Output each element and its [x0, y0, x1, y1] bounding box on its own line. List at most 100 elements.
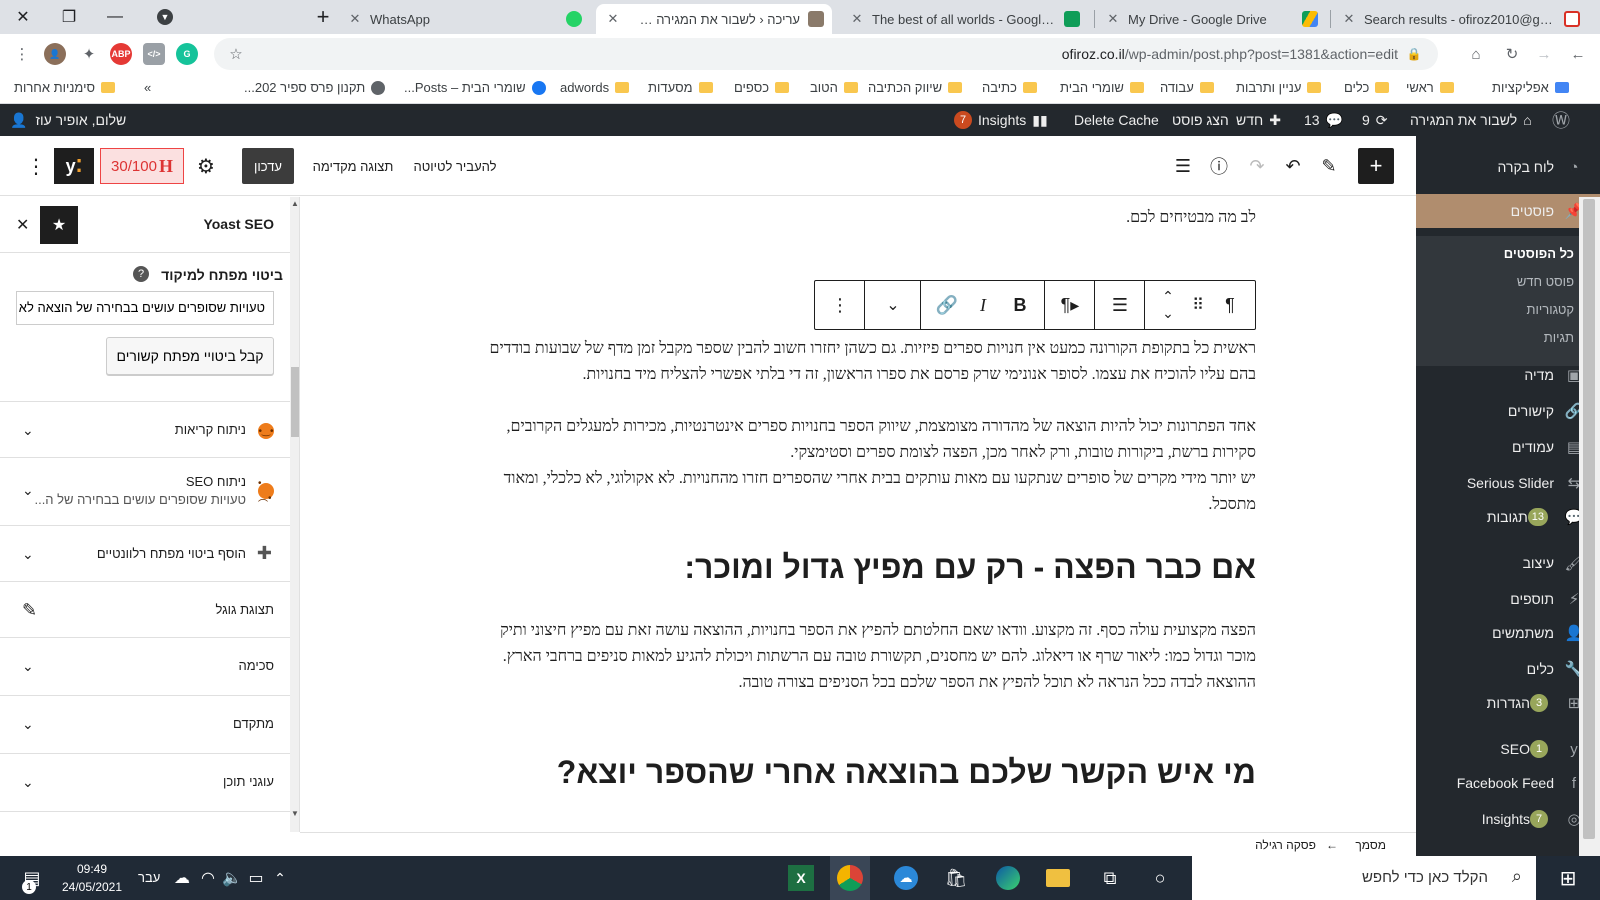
admin-bar-account[interactable]: שלום, אופיר עוז 👤: [10, 104, 126, 136]
minimize-window-icon[interactable]: —: [92, 0, 138, 34]
chrome-taskbar-icon[interactable]: [830, 856, 870, 900]
tab-close-icon[interactable]: ✕: [1104, 11, 1122, 27]
help-icon[interactable]: ?: [133, 266, 149, 282]
tab-search-icon[interactable]: ▼: [142, 0, 188, 34]
admin-bar-site[interactable]: ⌂ לשבור את המגירה: [1410, 104, 1532, 136]
tab-whatsapp[interactable]: ✕ WhatsApp: [338, 4, 590, 34]
update-button[interactable]: עדכון: [242, 148, 294, 184]
lock-icon[interactable]: 🔒: [1402, 42, 1426, 66]
undo-icon[interactable]: ↶: [1280, 148, 1306, 184]
show-hidden-icons-chevron-icon[interactable]: ⌃: [264, 862, 296, 894]
tab-wp-edit[interactable]: ✕ עריכה ‹ לשבור את המגירה — ווו: [596, 4, 832, 34]
paragraph-block[interactable]: ראשית כל בתקופת הקורונה כמעט אין חנויות …: [476, 336, 1256, 388]
menu-plugins[interactable]: תוספים ⚡: [1416, 582, 1600, 616]
menu-settings[interactable]: הגדרות 3 ⊞: [1416, 686, 1600, 720]
bookmark-folder[interactable]: הטוב: [810, 80, 858, 95]
profile-avatar[interactable]: 👤: [44, 43, 66, 65]
more-chevron-down-icon[interactable]: ⌄: [865, 281, 921, 329]
submenu-all-posts[interactable]: כל הפוסטים: [1504, 246, 1574, 261]
address-bar[interactable]: ☆ ofiroz.co.il/wp-admin/post.php?post=13…: [214, 38, 1438, 70]
store-icon[interactable]: 🛍: [940, 862, 972, 894]
menu-tools[interactable]: כלים 🔧: [1416, 652, 1600, 686]
edge-icon[interactable]: [992, 862, 1024, 894]
tab-google-sheets[interactable]: ✕ The best of all worlds - Google Sh: [840, 4, 1088, 34]
italic-icon[interactable]: I: [965, 281, 1001, 329]
close-icon[interactable]: ✕: [16, 215, 29, 235]
admin-bar-view-post[interactable]: הצג פוסט: [1172, 104, 1229, 136]
tab-close-icon[interactable]: ✕: [848, 11, 866, 27]
options-dots-icon[interactable]: ⋮: [26, 148, 46, 184]
bookmark-folder[interactable]: כספים: [734, 80, 790, 95]
bookmark-folder[interactable]: עבודה: [1160, 80, 1214, 95]
language-indicator[interactable]: עבר: [138, 870, 160, 885]
bookmark-globe[interactable]: תקנון פרס ספיר 202...: [244, 80, 386, 95]
bookmarks-overflow-button[interactable]: »: [144, 80, 151, 95]
wordpress-logo-icon[interactable]: Ⓦ: [1552, 104, 1570, 136]
admin-bar-new[interactable]: ✚ חדש: [1236, 104, 1281, 136]
cortana-icon[interactable]: ○: [1144, 862, 1176, 894]
menu-pages[interactable]: עמודים ▤: [1416, 430, 1600, 464]
tab-google-drive[interactable]: ✕ My Drive - Google Drive: [1096, 4, 1326, 34]
reload-icon[interactable]: ↻: [1500, 42, 1524, 66]
admin-bar-insights[interactable]: 7 Insights ▮▮: [954, 104, 1048, 136]
tab-close-icon[interactable]: ✕: [604, 11, 622, 27]
more-options-dots-icon[interactable]: ⋮: [815, 281, 865, 329]
paragraph-block[interactable]: יש יותר מידי מקרים של סופרים שנתקעו עם מ…: [476, 466, 1256, 518]
menu-posts[interactable]: פוסטים 📌: [1416, 194, 1600, 228]
admin-bar-comments[interactable]: 💬 13: [1304, 104, 1343, 136]
bookmark-folder[interactable]: כתיבה: [982, 80, 1037, 95]
move-up-down-icon[interactable]: ⌃ ⌄: [1153, 281, 1183, 329]
bookmark-folder[interactable]: adwords: [560, 80, 630, 95]
editor-canvas[interactable]: לב מה מבטיחים לכם. ¶ ⠿ ⌃ ⌄ ☰ ¶▸ B I 🔗 ⌄ ⋮…: [308, 197, 1416, 832]
tab-gmail-search[interactable]: ✕ Search results - ofiroz2010@gma: [1332, 4, 1588, 34]
add-keyphrase-panel[interactable]: ⌄ הוסף ביטוי מפתח רלוונטיים ✚: [0, 526, 290, 582]
excel-icon[interactable]: X: [788, 865, 814, 891]
bookmark-facebook[interactable]: שומרי הבית – Posts...: [404, 80, 546, 95]
menu-dashboard[interactable]: לוח בקרה ◔: [1416, 150, 1600, 184]
menu-appearance[interactable]: עיצוב 🖌: [1416, 546, 1600, 580]
bookmark-star-icon[interactable]: ☆: [224, 42, 248, 66]
extensions-puzzle-icon[interactable]: ✦: [77, 42, 101, 66]
cloud-app-icon[interactable]: ☁: [890, 862, 922, 894]
menu-users[interactable]: משתמשים 👤: [1416, 616, 1600, 650]
focus-keyphrase-input[interactable]: טעויות שסופרים עושים בבחירה של הוצאה לא: [16, 291, 274, 325]
submenu-new-post[interactable]: פוסט חדש: [1517, 274, 1574, 289]
restore-window-icon[interactable]: ❐: [46, 0, 92, 34]
add-block-button[interactable]: +: [1358, 148, 1394, 184]
preview-button[interactable]: תצוגה מקדימה: [310, 148, 396, 184]
text-direction-icon[interactable]: ¶▸: [1045, 281, 1095, 329]
redo-icon[interactable]: ↷: [1244, 148, 1270, 184]
paragraph-block[interactable]: הפצה מקצועית עולה כסף. זה מקצוע. וודאו ש…: [476, 618, 1256, 696]
bookmark-folder[interactable]: עניין ותרבות: [1236, 80, 1322, 95]
bookmark-folder[interactable]: כלים: [1344, 80, 1390, 95]
code-extension-icon[interactable]: </>: [143, 43, 165, 65]
other-bookmarks[interactable]: סימניות אחרות: [14, 80, 116, 95]
page-scrollbar[interactable]: [1579, 197, 1600, 856]
tab-close-icon[interactable]: ✕: [1340, 11, 1358, 27]
link-icon[interactable]: 🔗: [929, 281, 965, 329]
seo-analysis-panel[interactable]: ⌄ ניתוח SEO טעויות שסופרים עושים בבחירה …: [0, 458, 290, 526]
menu-seo[interactable]: SEO 1 y: [1416, 732, 1600, 766]
menu-comments[interactable]: תגובות 13 💬: [1416, 500, 1600, 534]
tab-close-icon[interactable]: ✕: [346, 11, 364, 27]
menu-media[interactable]: מדיה ▣: [1416, 358, 1600, 392]
home-icon[interactable]: ⌂: [1464, 42, 1488, 66]
bookmark-apps[interactable]: אפליקציות: [1492, 80, 1569, 95]
adblock-plus-icon[interactable]: ABP: [110, 43, 132, 65]
yoast-logo-button[interactable]: y ⁚: [54, 148, 94, 184]
menu-dots-icon[interactable]: ⋮: [10, 42, 34, 66]
edit-pencil-icon[interactable]: ✎: [1316, 148, 1342, 184]
menu-serious-slider[interactable]: Serious Slider ⇆: [1416, 466, 1600, 500]
star-icon[interactable]: ★: [40, 206, 78, 244]
align-icon[interactable]: ☰: [1095, 281, 1145, 329]
back-icon[interactable]: ←: [1566, 42, 1590, 66]
forward-icon[interactable]: →: [1532, 42, 1556, 66]
hemingway-score-badge[interactable]: 30/100 H: [100, 148, 184, 184]
menu-insights[interactable]: Insights 7 ◎: [1416, 802, 1600, 836]
sidebar-scrollbar-thumb[interactable]: [291, 367, 299, 437]
close-window-icon[interactable]: ✕: [0, 0, 46, 34]
heading-block[interactable]: אם כבר הפצה - רק עם מפיץ גדול ומוכר:: [684, 549, 1256, 586]
notification-center-icon[interactable]: ▤ 1: [16, 862, 48, 894]
advanced-panel[interactable]: ⌄ מתקדם: [0, 696, 290, 754]
file-explorer-icon[interactable]: [1042, 862, 1074, 894]
